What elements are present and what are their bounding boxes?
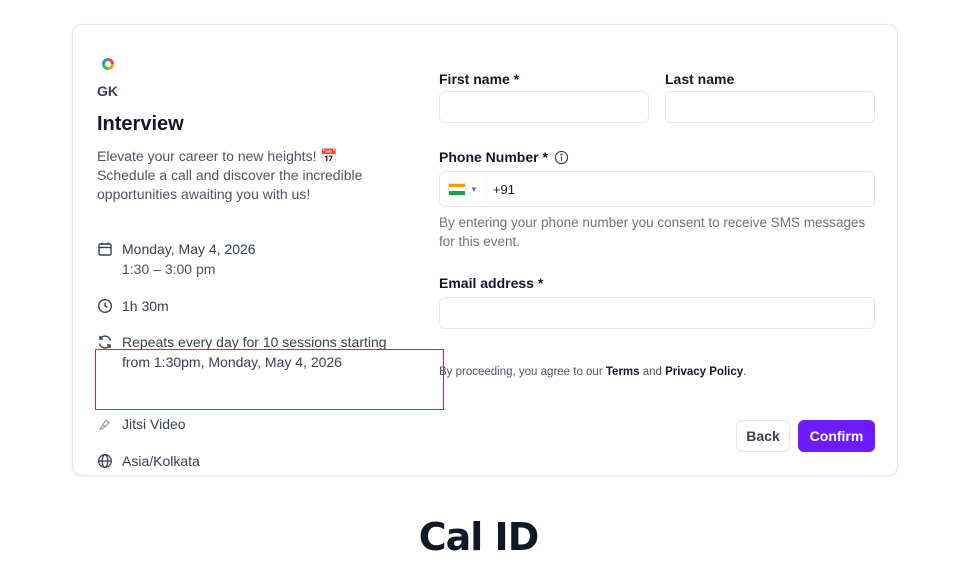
india-flag-icon: [448, 182, 466, 196]
recurrence-highlight-box: [95, 349, 444, 410]
event-location: Jitsi Video: [122, 416, 186, 432]
org-name: GK: [97, 83, 118, 99]
repeat-icon: [97, 334, 113, 350]
last-name-label: Last name: [665, 71, 735, 87]
terms-link[interactable]: Terms: [606, 366, 640, 378]
phone-input[interactable]: [486, 180, 874, 198]
email-input[interactable]: [439, 297, 875, 329]
phone-label: Phone Number *: [439, 149, 548, 165]
legal-notice: By proceeding, you agree to our Terms an…: [439, 366, 746, 378]
event-title: Interview: [97, 113, 184, 135]
event-date: Monday, May 4, 2026: [122, 241, 256, 257]
event-details-panel: GK Interview Elevate your career to new …: [95, 53, 444, 469]
legal-prefix: By proceeding, you agree to our: [439, 366, 603, 378]
org-logo-icon: [97, 53, 119, 75]
email-label: Email address *: [439, 275, 544, 291]
legal-and: and: [642, 366, 662, 378]
info-icon[interactable]: [554, 150, 569, 165]
event-location-row: Jitsi Video: [97, 414, 417, 434]
back-button[interactable]: Back: [736, 420, 790, 452]
country-selector[interactable]: ▼: [440, 172, 487, 206]
clock-icon: [97, 298, 113, 314]
event-time-range: 1:30 – 3:00 pm: [122, 261, 216, 277]
event-timezone: Asia/Kolkata: [122, 453, 200, 469]
first-name-input[interactable]: [439, 91, 649, 123]
phone-field: ▼: [439, 171, 875, 207]
last-name-input[interactable]: [665, 91, 875, 123]
first-name-label: First name *: [439, 71, 520, 87]
event-timezone-row[interactable]: Asia/Kolkata: [97, 451, 417, 471]
event-date-row: Monday, May 4, 2026 1:30 – 3:00 pm: [97, 239, 417, 279]
event-duration-row: 1h 30m: [97, 296, 417, 316]
privacy-policy-link[interactable]: Privacy Policy: [665, 366, 743, 378]
chevron-down-icon: ▼: [470, 184, 478, 194]
event-duration: 1h 30m: [122, 298, 169, 314]
booking-card: GK Interview Elevate your career to new …: [72, 24, 898, 476]
legal-suffix: .: [743, 366, 747, 378]
calendar-icon: [97, 241, 113, 257]
brand-logo: Cal ID: [418, 515, 539, 559]
globe-icon: [97, 453, 113, 469]
video-icon: [97, 416, 113, 432]
event-description: Elevate your career to new heights! 📅 Sc…: [97, 148, 363, 202]
phone-hint: By entering your phone number you consen…: [439, 215, 866, 249]
confirm-button[interactable]: Confirm: [798, 420, 875, 452]
